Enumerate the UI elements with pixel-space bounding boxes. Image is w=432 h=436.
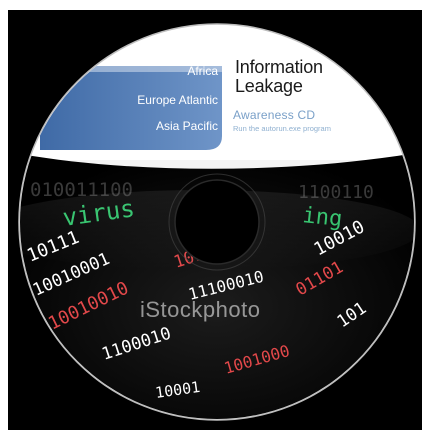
cd-subtitle: Awareness CD <box>233 108 316 122</box>
cd-title-line1: Information <box>235 57 323 77</box>
cd-instruction: Run the autorun.exe program <box>233 124 331 133</box>
center-hole <box>174 179 260 265</box>
region-asia-pacific: Asia Pacific <box>155 119 218 133</box>
region-band <box>40 66 222 150</box>
watermark: iStockphoto <box>140 297 261 322</box>
region-europe-atlantic: Europe Atlantic <box>137 93 218 107</box>
cd-title-line2: Leakage <box>235 75 303 96</box>
cd-title: Information Leakage <box>235 58 323 96</box>
region-africa: Africa <box>187 64 218 78</box>
